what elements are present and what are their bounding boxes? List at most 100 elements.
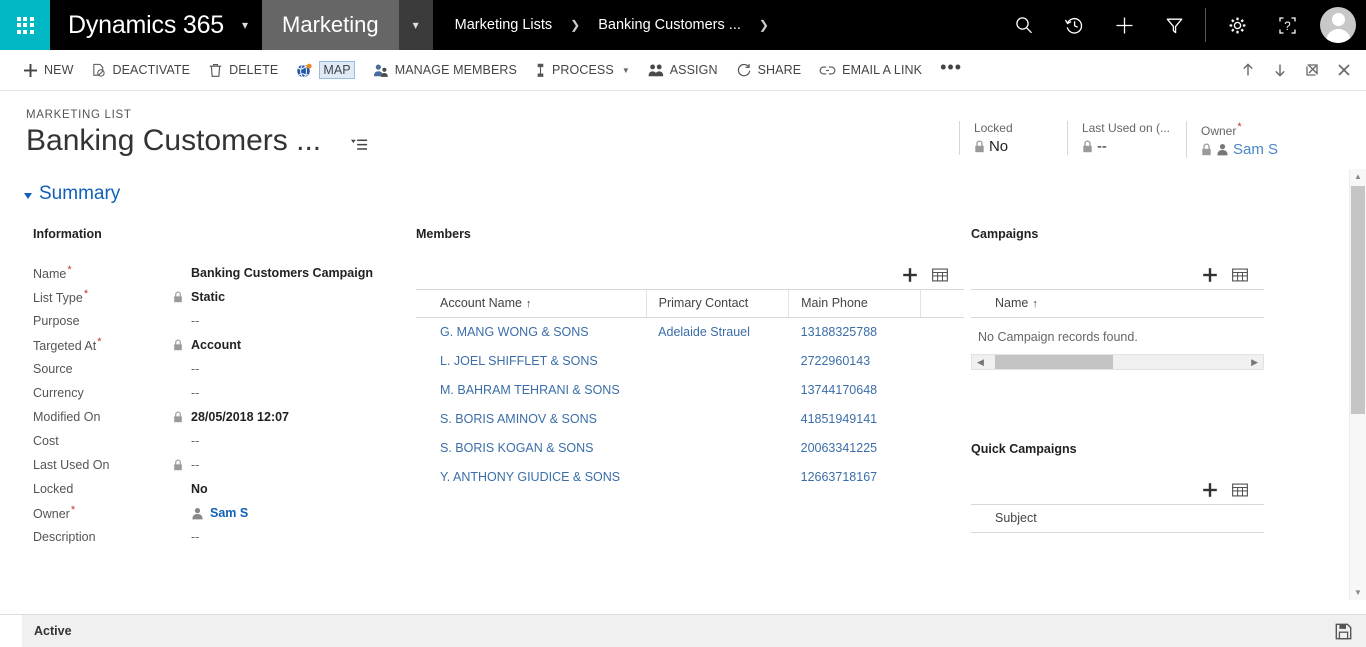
column-header-subject[interactable]: Subject xyxy=(971,504,1264,533)
cell-account-name[interactable]: L. JOEL SHIFFLET & SONS xyxy=(416,347,646,376)
field-last-used-on[interactable]: Last Used On -- xyxy=(33,453,412,477)
quick-campaigns-add-plus-icon[interactable] xyxy=(1202,482,1218,498)
cell-account-name[interactable]: S. BORIS AMINOV & SONS xyxy=(416,405,646,434)
link-main-phone[interactable]: 2722960143 xyxy=(801,354,871,368)
save-floppy-icon[interactable] xyxy=(1335,623,1352,640)
scrollbar-thumb[interactable] xyxy=(1351,186,1365,414)
link-primary-contact[interactable]: Adelaide Strauel xyxy=(658,325,750,339)
cell-account-name[interactable]: G. MANG WONG & SONS xyxy=(416,318,646,348)
field-modified-on[interactable]: Modified On 28/05/2018 12:07 xyxy=(33,405,412,429)
column-header-spacer[interactable] xyxy=(919,289,964,318)
members-add-plus-icon[interactable] xyxy=(902,267,918,283)
assign-button[interactable]: ASSIGN xyxy=(639,55,727,85)
cell-main-phone[interactable]: 20063341225 xyxy=(789,434,921,463)
link-main-phone[interactable]: 12663718167 xyxy=(801,470,877,484)
members-open-grid-icon[interactable] xyxy=(932,268,948,282)
field-locked[interactable]: Locked No xyxy=(33,477,412,501)
link-main-phone[interactable]: 13188325788 xyxy=(801,325,877,339)
table-row[interactable]: M. BAHRAM TEHRANI & SONS 13744170648 xyxy=(416,376,964,405)
column-header-primary-contact[interactable]: Primary Contact xyxy=(645,289,789,318)
link-account-name[interactable]: Y. ANTHONY GIUDICE & SONS xyxy=(440,470,620,484)
table-row[interactable]: Y. ANTHONY GIUDICE & SONS 12663718167 xyxy=(416,463,964,492)
campaigns-add-plus-icon[interactable] xyxy=(1202,267,1218,283)
app-tab-marketing[interactable]: Marketing xyxy=(262,0,399,50)
chevron-down-icon[interactable]: ▼ xyxy=(622,66,630,75)
link-main-phone[interactable]: 41851949141 xyxy=(801,412,877,426)
field-purpose[interactable]: Purpose -- xyxy=(33,309,412,333)
table-row[interactable]: S. BORIS KOGAN & SONS 20063341225 xyxy=(416,434,964,463)
scroll-right-arrow-icon[interactable]: ▶ xyxy=(1246,357,1263,368)
header-field-last-used-on[interactable]: Last Used on (... -- xyxy=(1066,121,1186,155)
field-list-type[interactable]: List Type* Static xyxy=(33,285,412,309)
delete-button[interactable]: DELETE xyxy=(199,55,287,85)
map-button[interactable]: MAP xyxy=(287,55,363,85)
quick-campaigns-open-grid-icon[interactable] xyxy=(1232,483,1248,497)
breadcrumb-item-marketing-lists[interactable]: Marketing Lists xyxy=(447,17,561,33)
header-field-owner[interactable]: Owner* Sam S xyxy=(1185,121,1294,158)
field-owner[interactable]: Owner* Sam S xyxy=(33,501,412,525)
scroll-up-arrow-icon[interactable]: ▲ xyxy=(1354,169,1362,184)
scrollbar-track[interactable] xyxy=(1350,184,1366,585)
scroll-left-arrow-icon[interactable]: ◀ xyxy=(972,357,989,368)
link-main-phone[interactable]: 20063341225 xyxy=(801,441,877,455)
scroll-down-arrow-icon[interactable]: ▼ xyxy=(1354,585,1362,600)
next-record-down-icon[interactable] xyxy=(1264,54,1296,86)
cell-primary-contact[interactable] xyxy=(646,347,788,376)
cell-primary-contact[interactable]: Adelaide Strauel xyxy=(646,318,788,348)
table-row[interactable]: S. BORIS AMINOV & SONS 41851949141 xyxy=(416,405,964,434)
scrollbar-thumb[interactable] xyxy=(994,355,1113,369)
field-currency[interactable]: Currency -- xyxy=(33,381,412,405)
recent-history-icon[interactable] xyxy=(1049,0,1099,50)
cell-main-phone[interactable]: 13744170648 xyxy=(789,376,921,405)
field-targeted-at[interactable]: Targeted At* Account xyxy=(33,333,412,357)
link-account-name[interactable]: M. BAHRAM TEHRANI & SONS xyxy=(440,383,620,397)
cell-primary-contact[interactable] xyxy=(646,376,788,405)
breadcrumb-item-current-record[interactable]: Banking Customers ... xyxy=(590,17,749,33)
campaigns-open-grid-icon[interactable] xyxy=(1232,268,1248,282)
table-row[interactable]: L. JOEL SHIFFLET & SONS 2722960143 xyxy=(416,347,964,376)
link-account-name[interactable]: L. JOEL SHIFFLET & SONS xyxy=(440,354,598,368)
cell-account-name[interactable]: M. BAHRAM TEHRANI & SONS xyxy=(416,376,646,405)
cell-main-phone[interactable]: 13188325788 xyxy=(789,318,921,348)
cell-primary-contact[interactable] xyxy=(646,463,788,492)
breadcrumb-chevron-right-icon-2[interactable]: ❯ xyxy=(749,18,779,32)
header-field-owner-value[interactable]: Sam S xyxy=(1233,141,1278,158)
cell-main-phone[interactable]: 12663718167 xyxy=(789,463,921,492)
link-account-name[interactable]: G. MANG WONG & SONS xyxy=(440,325,589,339)
cell-main-phone[interactable]: 2722960143 xyxy=(789,347,921,376)
new-button[interactable]: NEW xyxy=(14,55,82,85)
brand-chevron-down-icon[interactable]: ▾ xyxy=(238,0,262,50)
field-cost[interactable]: Cost -- xyxy=(33,429,412,453)
cell-main-phone[interactable]: 41851949141 xyxy=(789,405,921,434)
user-avatar[interactable] xyxy=(1320,7,1356,43)
popout-window-icon[interactable] xyxy=(1296,54,1328,86)
summary-section-toggle[interactable]: Summary xyxy=(0,169,1366,205)
manage-members-button[interactable]: MANAGE MEMBERS xyxy=(364,55,526,85)
column-header-main-phone[interactable]: Main Phone xyxy=(788,289,921,318)
link-account-name[interactable]: S. BORIS KOGAN & SONS xyxy=(440,441,594,455)
table-row[interactable]: G. MANG WONG & SONS Adelaide Strauel 131… xyxy=(416,318,964,348)
cell-account-name[interactable]: S. BORIS KOGAN & SONS xyxy=(416,434,646,463)
field-owner-value[interactable]: Sam S xyxy=(210,506,248,520)
link-main-phone[interactable]: 13744170648 xyxy=(801,383,877,397)
close-icon[interactable] xyxy=(1328,54,1360,86)
share-button[interactable]: SHARE xyxy=(727,55,811,85)
command-overflow-button[interactable]: ••• xyxy=(931,55,971,85)
app-tab-chevron-down-icon[interactable]: ▾ xyxy=(398,0,433,50)
column-header-account-name[interactable]: Account Name ↑ xyxy=(416,289,647,318)
cell-primary-contact[interactable] xyxy=(646,434,788,463)
previous-record-up-icon[interactable] xyxy=(1232,54,1264,86)
field-source[interactable]: Source -- xyxy=(33,357,412,381)
record-set-menu-icon[interactable] xyxy=(351,138,368,157)
link-account-name[interactable]: S. BORIS AMINOV & SONS xyxy=(440,412,597,426)
help-question-icon[interactable]: ? xyxy=(1262,0,1312,50)
settings-gear-icon[interactable] xyxy=(1212,0,1262,50)
deactivate-button[interactable]: DEACTIVATE xyxy=(82,55,199,85)
field-description[interactable]: Description -- xyxy=(33,525,412,549)
cell-account-name[interactable]: Y. ANTHONY GIUDICE & SONS xyxy=(416,463,646,492)
email-a-link-button[interactable]: EMAIL A LINK xyxy=(810,55,931,85)
app-launcher-waffle-icon[interactable] xyxy=(0,0,50,50)
header-field-locked[interactable]: Locked No xyxy=(958,121,1067,155)
process-button[interactable]: PROCESS ▼ xyxy=(526,55,639,85)
form-vertical-scrollbar[interactable]: ▲ ▼ xyxy=(1349,169,1366,600)
